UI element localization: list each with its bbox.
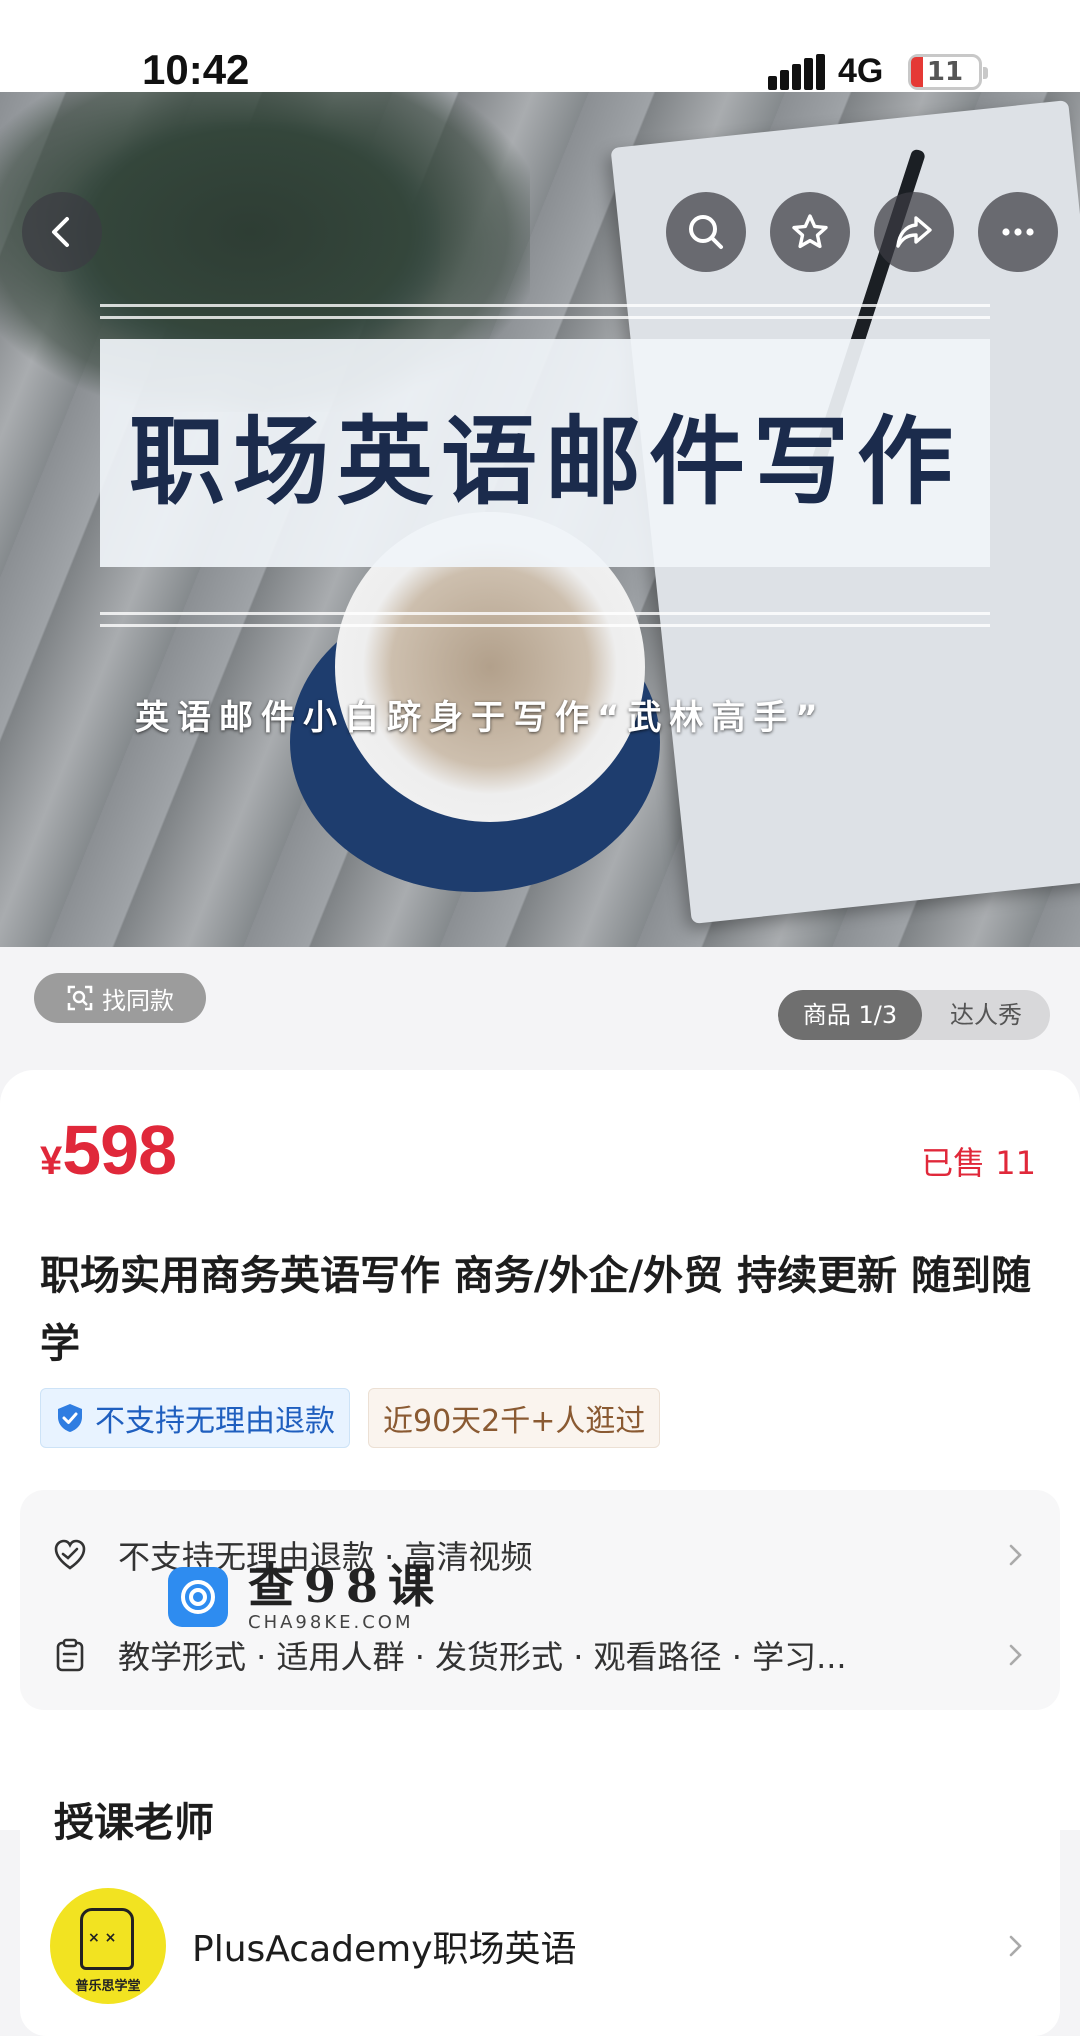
visits-tag: 近90天2千+人逛过 <box>368 1388 661 1448</box>
back-button[interactable] <box>22 192 102 272</box>
scan-icon <box>67 985 93 1011</box>
search-icon <box>689 215 723 249</box>
product-card: ¥598 已售 11 职场实用商务英语写作 商务/外企/外贸 持续更新 随到随学… <box>0 1070 1080 1830</box>
find-similar-button[interactable]: 找同款 <box>34 973 206 1023</box>
sold-count: 已售 11 <box>921 1144 1036 1182</box>
price-amount: 598 <box>62 1111 177 1189</box>
specs-text: 教学形式 · 适用人群 · 发货形式 · 观看路径 · 学习... <box>118 1638 847 1676</box>
more-button[interactable] <box>978 192 1058 272</box>
teacher-row[interactable]: × × 普乐思学堂 PlusAcademy职场英语 <box>50 1886 1030 2006</box>
teacher-name: PlusAcademy职场英语 <box>192 1929 577 1970</box>
product-title: 职场实用商务英语写作 商务/外企/外贸 持续更新 随到随学 <box>40 1253 1031 1367</box>
product-tags: 不支持无理由退款 近90天2千+人逛过 <box>40 1388 661 1448</box>
visits-label: 近90天2千+人逛过 <box>383 1404 646 1439</box>
price-currency: ¥ <box>40 1139 63 1183</box>
hero-title: 职场英语邮件写作 <box>129 405 961 518</box>
price: ¥598 <box>40 1110 177 1190</box>
battery-icon: 11 <box>908 54 988 90</box>
status-bar: 10:42 4G 11 <box>0 0 1080 93</box>
teacher-card: 授课老师 × × 普乐思学堂 PlusAcademy职场英语 <box>20 1746 1060 2036</box>
specs-row[interactable]: 教学形式 · 适用人群 · 发货形式 · 观看路径 · 学习... <box>50 1620 1030 1690</box>
shield-icon <box>58 1404 82 1432</box>
hero-subtitle: 英语邮件小白跻身于写作“武林高手” <box>135 698 826 738</box>
service-row[interactable]: 不支持无理由退款 · 高清视频 <box>50 1520 1030 1590</box>
media-tabs: 商品 1/3 达人秀 <box>778 990 1050 1040</box>
signal-icon <box>768 54 828 90</box>
battery-level: 11 <box>926 57 964 87</box>
star-icon <box>792 214 828 249</box>
network-type: 4G <box>838 52 884 90</box>
tab-buyer-show[interactable]: 达人秀 <box>922 990 1050 1040</box>
avatar-caption: 普乐思学堂 <box>75 1979 141 1994</box>
share-button[interactable] <box>874 192 954 272</box>
status-time: 10:42 <box>142 46 250 93</box>
more-icon <box>1002 228 1034 236</box>
avatar: × × 普乐思学堂 <box>50 1888 166 2004</box>
tab-product-images[interactable]: 商品 1/3 <box>778 990 922 1040</box>
refund-policy-label: 不支持无理由退款 <box>95 1404 335 1439</box>
chevron-right-icon <box>1009 1544 1022 1566</box>
find-similar-label: 找同款 <box>102 986 174 1015</box>
clipboard-icon <box>56 1638 84 1672</box>
chevron-right-icon <box>1009 1935 1022 1957</box>
favorite-button[interactable] <box>770 192 850 272</box>
service-text: 不支持无理由退款 · 高清视频 <box>118 1538 533 1576</box>
search-button[interactable] <box>666 192 746 272</box>
share-icon <box>896 216 932 248</box>
hero-banner: 职场英语邮件写作 <box>100 339 990 567</box>
teacher-heading: 授课老师 <box>54 1800 214 1846</box>
refund-policy-tag[interactable]: 不支持无理由退款 <box>40 1388 350 1448</box>
service-info-box: 不支持无理由退款 · 高清视频 教学形式 · 适用人群 · 发货形式 · 观看路… <box>20 1490 1060 1710</box>
chevron-right-icon <box>1009 1644 1022 1666</box>
heart-shield-icon <box>54 1539 86 1570</box>
back-icon <box>52 217 69 247</box>
